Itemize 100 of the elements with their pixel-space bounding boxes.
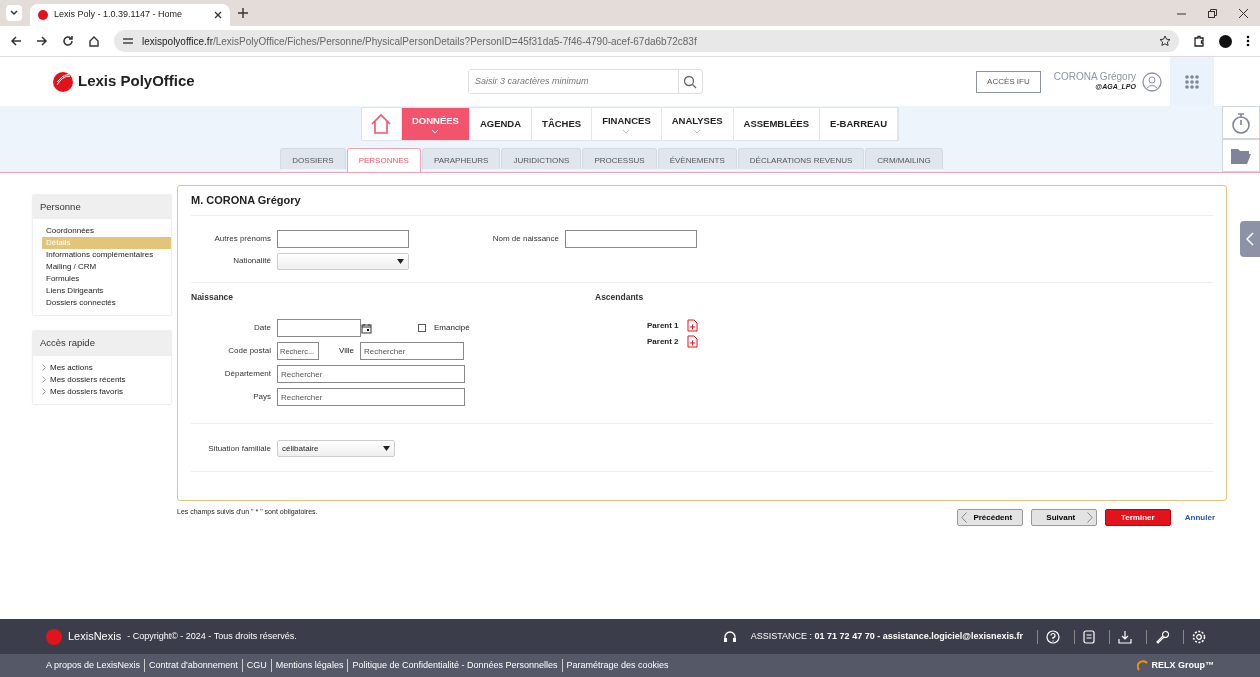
sidebar-item[interactable]: Mes dossiers récents <box>42 373 171 386</box>
restore-icon[interactable] <box>1208 8 1217 18</box>
parent-label: Parent 1 <box>647 319 679 332</box>
copyright-text: - Copyright© - 2024 - Tous droits réservés. <box>127 629 297 643</box>
sidebar-item[interactable]: Mes dossiers favoris <box>42 385 171 398</box>
field-label: Département <box>223 368 271 381</box>
new-tab-icon[interactable] <box>238 8 248 18</box>
download-icon[interactable] <box>1118 629 1132 644</box>
home-icon <box>370 113 393 135</box>
sub-tab[interactable]: CRM/MAILING <box>865 148 943 169</box>
close-icon[interactable] <box>214 11 222 19</box>
apps-grid-icon[interactable] <box>1184 73 1200 90</box>
city-input[interactable]: Rechercher <box>360 342 464 361</box>
footer-link[interactable]: CGU <box>241 658 271 673</box>
field-label: Situation familiale <box>207 442 271 455</box>
sidebar-item[interactable]: Mailing / CRM <box>42 261 171 274</box>
other-first-names-input[interactable] <box>277 229 409 248</box>
headset-icon[interactable] <box>722 629 737 644</box>
marital-status-select[interactable]: célibataire <box>277 440 395 458</box>
reload-icon[interactable] <box>62 35 74 47</box>
footer-link[interactable]: A propos de LexisNexis <box>46 658 145 673</box>
close-icon[interactable] <box>1239 8 1248 18</box>
relx-logo-icon <box>1136 659 1149 672</box>
user-name: CORONA Grégory <box>1053 70 1136 82</box>
caret-icon <box>383 446 390 452</box>
parent-label: Parent 2 <box>647 335 679 348</box>
finish-button[interactable]: Terminer <box>1104 509 1171 526</box>
sub-tab[interactable]: PERSONNES <box>346 148 421 172</box>
section-heading: Naissance <box>191 290 235 304</box>
sub-tab[interactable]: ÉVÈNEMENTS <box>657 148 737 169</box>
chevron-right-icon <box>1086 512 1093 523</box>
field-label: Nationalité <box>232 255 271 267</box>
field-label: Code postal <box>227 345 271 358</box>
ifu-access-button[interactable]: ACCÈS IFU <box>976 70 1041 93</box>
sidebar-item[interactable]: Coordonnées <box>42 225 171 238</box>
field-label: Nom de naissance <box>491 232 559 245</box>
assistance-text: ASSISTANCE : 01 71 72 47 70 - assistance.logiciel@lexisnexis.fr <box>750 629 1023 643</box>
department-input[interactable]: Rechercher <box>277 365 465 384</box>
profile-avatar[interactable] <box>1219 34 1232 48</box>
sidebar-item[interactable]: Mes actions <box>42 361 171 374</box>
document-icon[interactable] <box>1083 629 1095 644</box>
field-label: Date <box>253 322 271 335</box>
caret-icon <box>397 258 404 264</box>
user-avatar-icon[interactable] <box>1142 71 1162 92</box>
date-input[interactable] <box>277 319 361 338</box>
brand-text: LexisNexis <box>68 629 122 645</box>
footer-link[interactable]: Politique de Confidentialité - Données Personnelles <box>347 658 562 673</box>
tab-list-icon[interactable] <box>6 5 22 21</box>
group-brand-text: RELX Group™ <box>1151 658 1214 672</box>
search-field[interactable]: Saisir 3 caractères minimum <box>467 69 703 94</box>
sidebar-item[interactable]: Formules <box>42 273 171 286</box>
chevron-left-icon <box>960 512 967 523</box>
panel-header: Personne <box>33 195 171 220</box>
star-icon[interactable] <box>1159 35 1171 47</box>
field-label: Autres prénoms <box>213 232 271 245</box>
person-title: M. CORONA Grégory <box>191 192 1213 216</box>
sidebar-item[interactable]: Dossiers connectés <box>42 297 171 310</box>
sub-tab[interactable]: PROCESSUS <box>582 148 657 169</box>
footer-link[interactable]: Paramétrage des cookies <box>561 658 673 673</box>
field-label: Ville <box>339 345 354 358</box>
sub-tab[interactable]: DOSSIERS <box>280 148 346 169</box>
url-text: lexispolyoffice.fr/LexisPolyOffice/Fiches/Personne/PhysicalPersonDetails?PersonID=45f31da5-7f46-4790-acef-67da6b72c83f <box>142 34 697 49</box>
panel-header: Accès rapide <box>33 331 171 356</box>
sub-tab[interactable]: JURIDICTIONS <box>501 148 582 169</box>
search-icon[interactable] <box>683 74 698 89</box>
field-label: Pays <box>252 391 271 404</box>
logo-icon <box>52 70 74 93</box>
site-favicon <box>38 10 48 20</box>
browser-tab[interactable]: Lexis Poly - 1.0.39.1147 - Home <box>30 4 230 26</box>
birth-name-input[interactable] <box>565 229 697 248</box>
forward-arrow-icon[interactable] <box>36 35 48 47</box>
previous-button[interactable]: Précédent <box>956 509 1023 526</box>
settings-icon[interactable] <box>1192 629 1206 644</box>
home-icon[interactable] <box>88 35 100 47</box>
footer-link[interactable]: Mentions légales <box>270 658 348 673</box>
checkbox[interactable] <box>418 324 426 333</box>
folder-icon[interactable] <box>1230 146 1252 165</box>
next-button[interactable]: Suivant <box>1030 509 1097 526</box>
add-document-icon[interactable] <box>686 335 698 349</box>
sidebar-item[interactable]: Informations complémentaires <box>42 249 171 262</box>
wrench-icon[interactable] <box>1155 629 1169 644</box>
sub-tab[interactable]: PARAPHEURS <box>421 148 501 169</box>
country-input[interactable]: Rechercher <box>277 388 465 407</box>
more-icon[interactable] <box>1246 35 1250 47</box>
site-settings-icon[interactable] <box>122 36 134 46</box>
logo-text: Lexis PolyOffice <box>78 71 195 92</box>
sidebar-item[interactable]: Liens Dirigeants <box>42 285 171 298</box>
cancel-link[interactable]: Annuler <box>1178 510 1221 525</box>
sub-tab[interactable]: DÉCLARATIONS REVENUS <box>737 148 865 169</box>
calendar-icon[interactable] <box>361 322 372 334</box>
puzzle-icon[interactable] <box>1193 35 1205 47</box>
add-document-icon[interactable] <box>686 319 698 333</box>
footer-link[interactable]: Contrat d'abonnement <box>144 658 242 673</box>
timer-icon[interactable] <box>1231 111 1251 134</box>
tab-title: Lexis Poly - 1.0.39.1147 - Home <box>54 8 182 22</box>
address-bar[interactable]: lexispolyoffice.fr/LexisPolyOffice/Fiches/Personne/PhysicalPersonDetails?PersonID=45f31da5-7f46-4790-acef-67da6b72c83f <box>114 30 1179 52</box>
logo-icon <box>46 628 62 645</box>
back-arrow-icon[interactable] <box>10 35 22 47</box>
section-heading: Ascendants <box>595 290 645 304</box>
help-icon[interactable] <box>1046 629 1060 644</box>
